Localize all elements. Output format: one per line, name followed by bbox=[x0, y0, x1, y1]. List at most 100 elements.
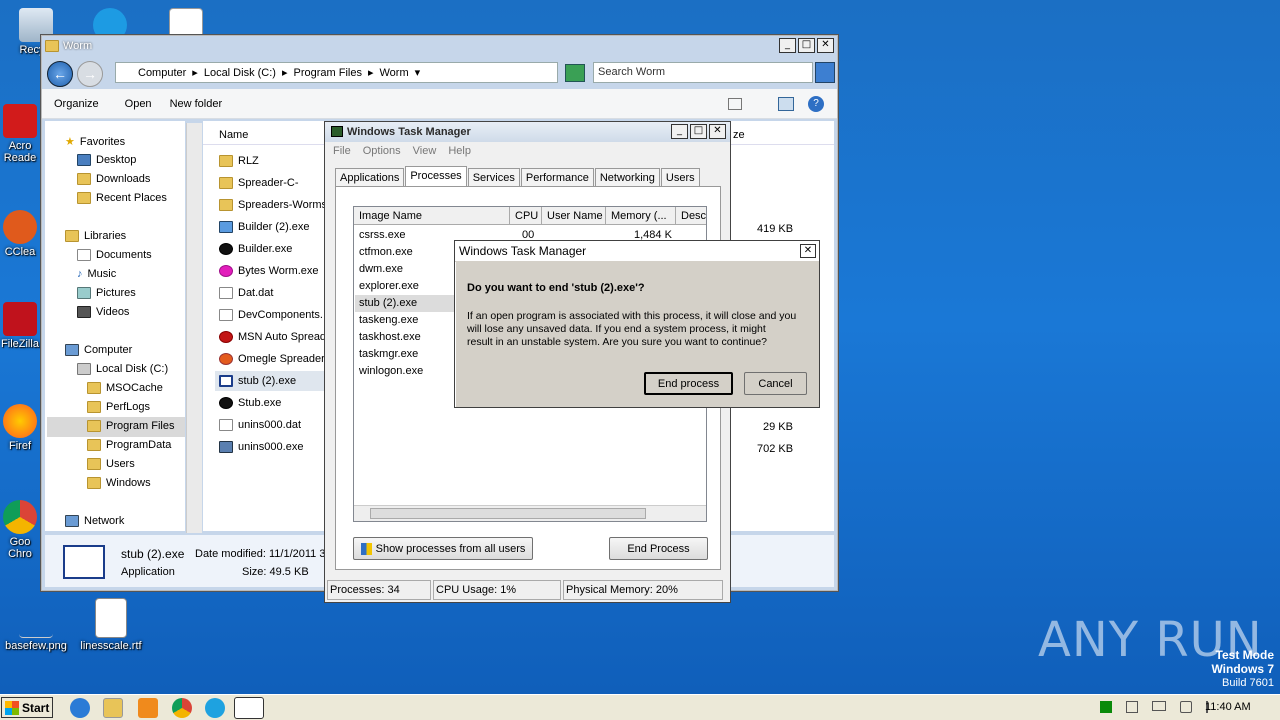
column-memory[interactable]: Memory (... bbox=[606, 207, 676, 224]
desktop-icon-firefox[interactable]: Firef bbox=[0, 404, 40, 452]
breadcrumb-item[interactable]: Program Files bbox=[293, 67, 361, 79]
desktop-icon-ccleaner[interactable]: CClea bbox=[0, 210, 40, 258]
breadcrumb-item[interactable]: Local Disk (C:) bbox=[204, 67, 276, 79]
file-row[interactable]: unins000.exe bbox=[219, 441, 303, 453]
file-row[interactable]: DevComponents. bbox=[219, 309, 323, 321]
search-icon[interactable] bbox=[815, 62, 835, 83]
chrome-icon[interactable] bbox=[172, 698, 192, 718]
close-button[interactable]: ✕ bbox=[709, 124, 726, 139]
tray-green-icon[interactable] bbox=[1100, 701, 1112, 713]
media-player-icon[interactable] bbox=[138, 698, 158, 718]
start-button[interactable]: Start bbox=[1, 697, 53, 718]
minimize-button[interactable]: _ bbox=[779, 38, 796, 53]
desktop-icon-basefew[interactable]: basefew.png bbox=[2, 604, 70, 652]
breadcrumb-item[interactable]: Worm bbox=[379, 67, 408, 79]
file-row[interactable]: MSN Auto Spread bbox=[219, 331, 326, 343]
desktop-icon-linesscale[interactable]: linesscale.rtf bbox=[76, 598, 146, 652]
explorer-titlebar[interactable]: Worm bbox=[41, 35, 838, 57]
desktop-icon-filezilla[interactable]: FileZilla bbox=[0, 302, 40, 350]
menu-file[interactable]: File bbox=[333, 145, 351, 157]
refresh-button[interactable] bbox=[565, 64, 585, 82]
file-row[interactable]: Omegle Spreader bbox=[219, 353, 325, 365]
process-row-selected[interactable]: stub (2).exe bbox=[359, 297, 417, 309]
close-button[interactable]: ✕ bbox=[817, 38, 834, 53]
breadcrumb[interactable]: Computer ▸ Local Disk (C:) ▸ Program Files… bbox=[115, 62, 558, 83]
open-button[interactable]: Open bbox=[125, 98, 152, 110]
file-row[interactable]: Builder (2).exe bbox=[219, 221, 310, 233]
task-manager-taskbar-icon[interactable] bbox=[234, 697, 264, 719]
desktop-icon-acrobat[interactable]: Acro Reade bbox=[0, 104, 40, 164]
file-row[interactable]: RLZ bbox=[219, 155, 259, 167]
nav-libraries[interactable]: Libraries bbox=[65, 230, 126, 242]
menu-view[interactable]: View bbox=[413, 145, 437, 157]
nav-downloads[interactable]: Downloads bbox=[77, 173, 150, 185]
menu-options[interactable]: Options bbox=[363, 145, 401, 157]
minimize-button[interactable]: _ bbox=[671, 124, 688, 139]
horizontal-scrollbar[interactable] bbox=[354, 505, 706, 521]
column-user-name[interactable]: User Name bbox=[542, 207, 606, 224]
network-icon[interactable] bbox=[1126, 701, 1138, 713]
tab-processes[interactable]: Processes bbox=[405, 166, 467, 187]
nav-favorites[interactable]: ★ Favorites bbox=[65, 135, 125, 149]
breadcrumb-item[interactable]: Computer bbox=[138, 67, 186, 79]
task-manager-titlebar[interactable]: Windows Task Manager bbox=[325, 122, 730, 142]
cancel-button[interactable]: Cancel bbox=[744, 372, 807, 395]
explorer-taskbar-icon[interactable] bbox=[103, 698, 123, 718]
nav-network[interactable]: Network bbox=[65, 515, 124, 527]
close-button[interactable]: ✕ bbox=[800, 244, 816, 258]
file-row[interactable]: Dat.dat bbox=[219, 287, 273, 299]
end-process-button[interactable]: End Process bbox=[609, 537, 708, 560]
file-row[interactable]: unins000.dat bbox=[219, 419, 301, 431]
process-row[interactable]: taskmgr.exe bbox=[359, 348, 418, 360]
views-icon[interactable] bbox=[728, 97, 742, 110]
column-cpu[interactable]: CPU bbox=[510, 207, 542, 224]
organize-button[interactable]: Organize bbox=[54, 98, 99, 110]
dialog-titlebar[interactable]: Windows Task Manager bbox=[455, 241, 819, 262]
show-all-processes-button[interactable]: Show processes from all users bbox=[353, 537, 533, 560]
new-folder-button[interactable]: New folder bbox=[170, 98, 223, 110]
battery-icon[interactable] bbox=[1152, 701, 1166, 711]
nav-computer[interactable]: Computer bbox=[65, 344, 132, 356]
ie-icon[interactable] bbox=[70, 698, 90, 718]
process-row[interactable]: taskeng.exe bbox=[359, 314, 418, 326]
search-input[interactable]: Search Worm bbox=[593, 62, 813, 83]
file-row[interactable]: Spreaders-Worms bbox=[219, 199, 327, 211]
volume-icon[interactable] bbox=[1180, 701, 1192, 713]
nav-desktop[interactable]: Desktop bbox=[77, 154, 136, 166]
process-row[interactable]: ctfmon.exe bbox=[359, 246, 413, 258]
process-row[interactable]: winlogon.exe bbox=[359, 365, 423, 377]
nav-programdata[interactable]: ProgramData bbox=[87, 439, 171, 451]
menu-help[interactable]: Help bbox=[448, 145, 471, 157]
process-row[interactable]: taskhost.exe bbox=[359, 331, 421, 343]
file-row-selected[interactable]: stub (2).exe bbox=[219, 375, 296, 387]
nav-users[interactable]: Users bbox=[87, 458, 135, 470]
nav-music[interactable]: ♪ Music bbox=[77, 268, 116, 280]
process-row[interactable]: explorer.exe bbox=[359, 280, 419, 292]
file-row[interactable]: Stub.exe bbox=[219, 397, 281, 409]
back-button[interactable]: ← bbox=[47, 61, 73, 87]
nav-program-files[interactable]: Program Files bbox=[87, 420, 174, 432]
nav-scrollbar[interactable] bbox=[186, 123, 202, 533]
scrollbar-thumb[interactable] bbox=[370, 508, 646, 519]
column-header-name[interactable]: Name bbox=[219, 129, 248, 141]
column-header-size[interactable]: ze bbox=[733, 129, 745, 141]
column-image-name[interactable]: Image Name bbox=[354, 207, 510, 224]
edge-icon[interactable] bbox=[205, 698, 225, 718]
clock[interactable]: 11:40 AM bbox=[1205, 701, 1251, 713]
forward-button[interactable]: → bbox=[77, 61, 103, 87]
nav-windows[interactable]: Windows bbox=[87, 477, 151, 489]
nav-local-disk[interactable]: Local Disk (C:) bbox=[77, 363, 168, 375]
help-icon[interactable]: ? bbox=[808, 95, 824, 112]
nav-videos[interactable]: Videos bbox=[77, 306, 129, 318]
nav-perflogs[interactable]: PerfLogs bbox=[87, 401, 150, 413]
nav-msocache[interactable]: MSOCache bbox=[87, 382, 163, 394]
maximize-button[interactable]: □ bbox=[690, 124, 707, 139]
preview-pane-icon[interactable] bbox=[778, 96, 794, 111]
file-row[interactable]: Builder.exe bbox=[219, 243, 292, 255]
file-row[interactable]: Spreader-C- bbox=[219, 177, 299, 189]
desktop-icon-chrome[interactable]: Goo Chro bbox=[0, 500, 40, 560]
nav-documents[interactable]: Documents bbox=[77, 249, 152, 261]
end-process-confirm-button[interactable]: End process bbox=[644, 372, 733, 395]
column-description[interactable]: Desc bbox=[676, 207, 706, 224]
nav-recent-places[interactable]: Recent Places bbox=[77, 192, 167, 204]
